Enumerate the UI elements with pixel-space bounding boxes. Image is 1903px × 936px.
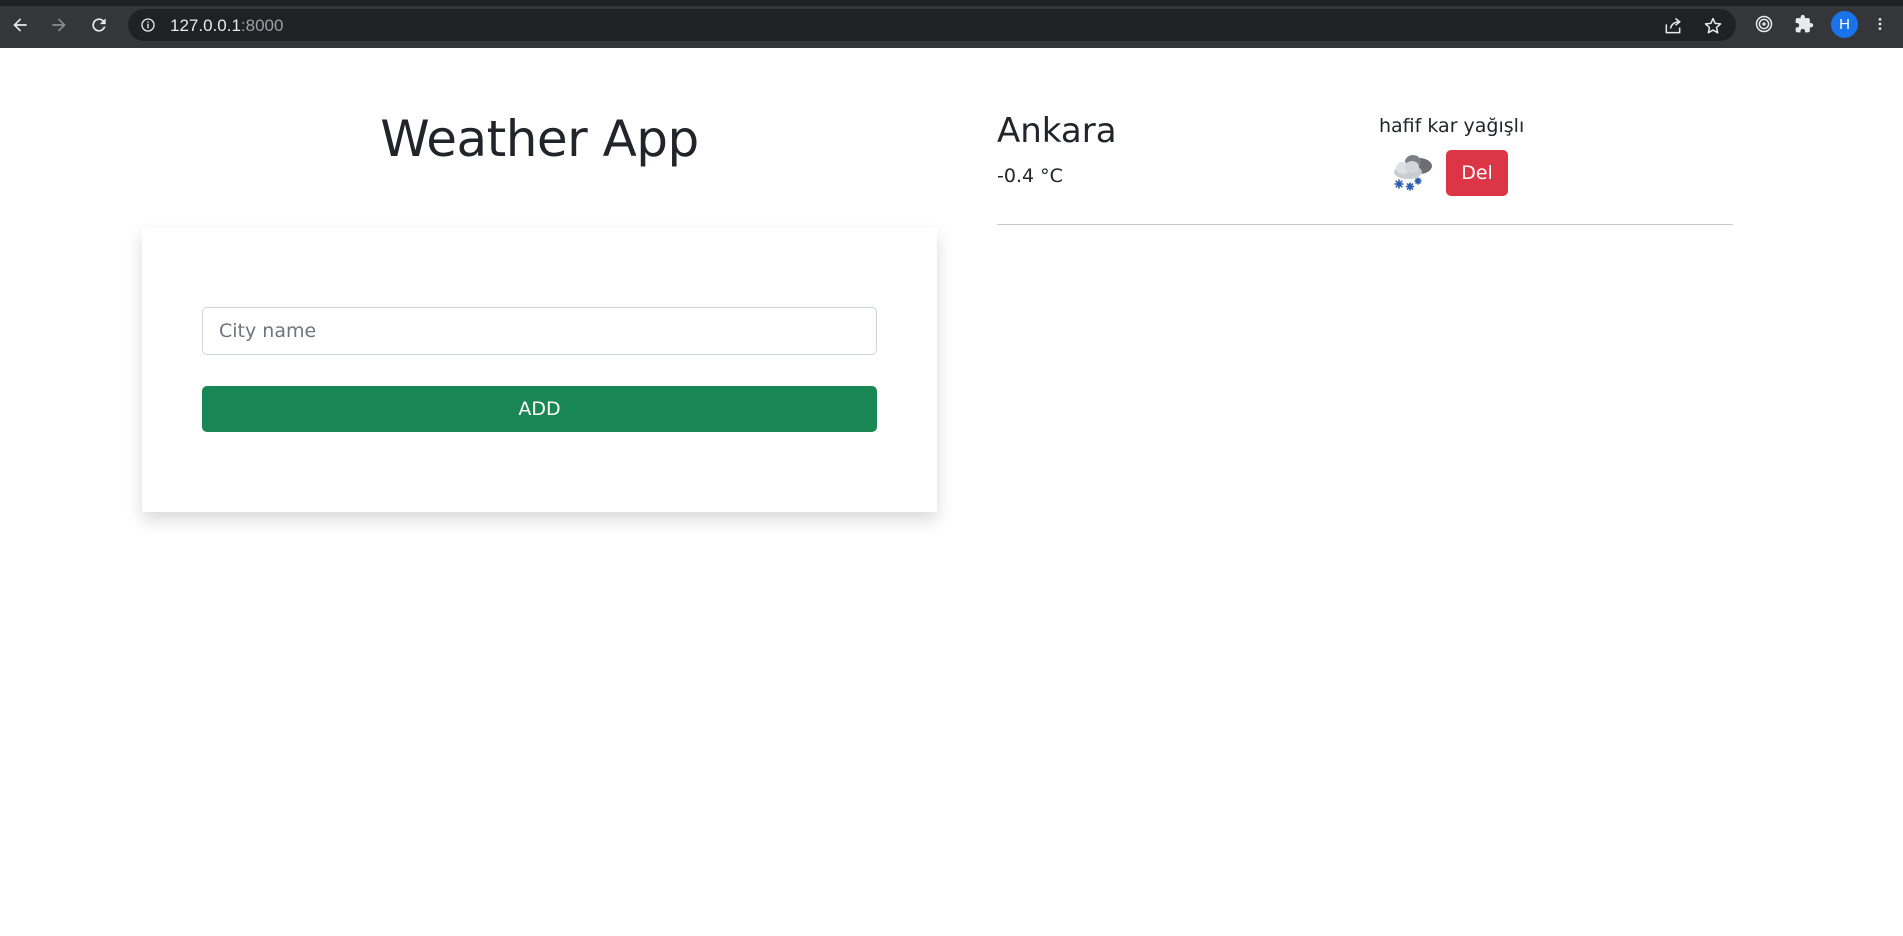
city-divider xyxy=(997,224,1733,225)
city-temperature: -0.4 °C xyxy=(997,165,1063,187)
back-button[interactable] xyxy=(4,10,36,40)
share-button[interactable] xyxy=(1662,15,1684,37)
reload-button[interactable] xyxy=(83,10,115,40)
url-port: :8000 xyxy=(240,16,284,35)
city-name: Ankara xyxy=(997,111,1117,151)
puzzle-icon xyxy=(1795,14,1814,33)
target-icon xyxy=(1755,15,1773,33)
snow-cloud-icon xyxy=(1394,155,1432,191)
delete-city-button[interactable]: Del xyxy=(1446,150,1508,196)
address-bar[interactable]: 127.0.0.1:8000 xyxy=(128,9,1736,41)
extension-button[interactable] xyxy=(1752,12,1776,36)
url-host: 127.0.0.1 xyxy=(170,16,241,35)
bookmark-button[interactable] xyxy=(1702,15,1724,37)
browser-menu-button[interactable] xyxy=(1872,12,1888,36)
browser-toolbar: 127.0.0.1:8000 H xyxy=(0,0,1903,48)
reload-icon xyxy=(92,18,106,32)
page-title: Weather App xyxy=(380,110,699,168)
star-icon xyxy=(1704,17,1722,34)
add-button[interactable]: ADD xyxy=(202,386,877,432)
weather-description: hafif kar yağışlı xyxy=(1379,115,1525,137)
city-name-input[interactable] xyxy=(202,307,877,355)
url-text[interactable]: 127.0.0.1:8000 xyxy=(170,16,283,36)
forward-button[interactable] xyxy=(43,10,75,40)
back-arrow-icon xyxy=(13,18,27,32)
kebab-menu-icon xyxy=(1878,18,1882,30)
profile-avatar[interactable]: H xyxy=(1831,11,1858,38)
info-icon[interactable] xyxy=(140,17,156,33)
extensions-button[interactable] xyxy=(1792,12,1816,36)
share-icon xyxy=(1665,17,1681,34)
forward-arrow-icon xyxy=(52,18,66,32)
add-city-card: ADD xyxy=(142,228,937,512)
